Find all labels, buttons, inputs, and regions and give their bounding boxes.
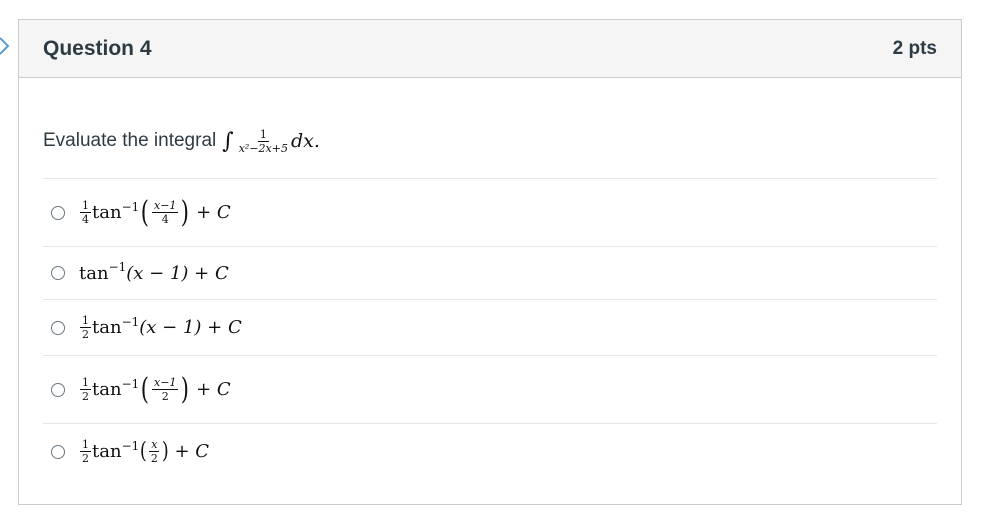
question-header: Question 4 2 pts bbox=[19, 20, 961, 78]
question-title: Question 4 bbox=[43, 36, 152, 60]
constant-term: + C bbox=[196, 379, 231, 400]
function-exponent: −1 bbox=[108, 260, 127, 274]
right-paren: ) bbox=[181, 194, 190, 230]
answer-option-3[interactable]: 1 2 tan −1 (x − 1) + C bbox=[43, 299, 937, 355]
answer-list: 1 4 tan −1 ( x−1 4 ) + C tan −1 (x − 1) … bbox=[43, 178, 937, 479]
function-name: tan bbox=[92, 317, 122, 338]
function-argument: (x − 1) + C bbox=[139, 317, 242, 338]
function-exponent: −1 bbox=[121, 438, 140, 453]
radio-unchecked-icon[interactable] bbox=[51, 266, 65, 280]
answer-option-2[interactable]: tan −1 (x − 1) + C bbox=[43, 246, 937, 299]
argument-numerator: x−1 bbox=[151, 376, 179, 390]
coefficient-numerator: 1 bbox=[80, 314, 91, 328]
integral-sign: ∫ bbox=[222, 128, 234, 154]
function-name: tan bbox=[92, 202, 122, 223]
argument-fraction: x−1 4 bbox=[151, 199, 179, 226]
answer-option-2-expression: tan −1 (x − 1) + C bbox=[79, 260, 229, 284]
coefficient-numerator: 1 bbox=[80, 376, 91, 390]
function-argument: (x − 1) + C bbox=[126, 262, 229, 284]
function-name: tan bbox=[79, 262, 109, 284]
coefficient-denominator: 2 bbox=[82, 390, 89, 403]
answer-option-1-expression: 1 4 tan −1 ( x−1 4 ) + C bbox=[79, 194, 231, 230]
integrand-numerator: 1 bbox=[257, 127, 269, 142]
answer-option-5-expression: 1 2 tan −1 ( x 2 ) + C bbox=[79, 439, 209, 464]
argument-fraction: x 2 bbox=[149, 439, 160, 464]
coefficient-denominator: 2 bbox=[82, 452, 89, 465]
function-name: tan bbox=[92, 379, 122, 400]
integrand-fraction: 1 x²−2x+5 bbox=[237, 129, 290, 154]
function-exponent: −1 bbox=[121, 314, 140, 329]
argument-denominator: 2 bbox=[150, 452, 158, 465]
answer-option-4-expression: 1 2 tan −1 ( x−1 2 ) + C bbox=[79, 371, 231, 407]
function-name: tan bbox=[92, 441, 122, 462]
left-paren: ( bbox=[141, 194, 150, 230]
coefficient-fraction: 1 2 bbox=[80, 315, 91, 340]
question-prompt: Evaluate the integral ∫ 1 x²−2x+5 dx. bbox=[43, 116, 937, 166]
radio-unchecked-icon[interactable] bbox=[51, 320, 65, 335]
coefficient-fraction: 1 4 bbox=[80, 200, 91, 225]
coefficient-fraction: 1 2 bbox=[80, 439, 91, 464]
coefficient-denominator: 4 bbox=[82, 213, 89, 226]
question-card: Question 4 2 pts Evaluate the integral ∫… bbox=[18, 19, 962, 505]
argument-denominator: 4 bbox=[161, 213, 169, 226]
constant-term: + C bbox=[174, 441, 210, 462]
coefficient-numerator: 1 bbox=[80, 199, 91, 213]
prompt-text: Evaluate the integral bbox=[43, 130, 217, 151]
right-paren: ) bbox=[181, 371, 190, 407]
integrand-denominator: x²−2x+5 bbox=[238, 141, 288, 155]
question-body: Evaluate the integral ∫ 1 x²−2x+5 dx. 1 … bbox=[19, 116, 961, 479]
coefficient-numerator: 1 bbox=[80, 438, 91, 452]
right-paren: ) bbox=[161, 438, 169, 464]
integral-differential: dx. bbox=[290, 130, 320, 152]
coefficient-denominator: 2 bbox=[82, 328, 89, 341]
radio-unchecked-icon[interactable] bbox=[51, 444, 65, 459]
left-paren: ( bbox=[140, 438, 147, 464]
left-paren: ( bbox=[141, 371, 150, 407]
argument-denominator: 2 bbox=[161, 390, 169, 403]
argument-numerator: x−1 bbox=[151, 199, 179, 213]
function-exponent: −1 bbox=[121, 376, 140, 391]
radio-unchecked-icon[interactable] bbox=[51, 205, 65, 220]
function-exponent: −1 bbox=[121, 199, 140, 214]
question-points: 2 pts bbox=[892, 37, 937, 59]
constant-term: + C bbox=[196, 202, 231, 223]
radio-unchecked-icon[interactable] bbox=[51, 382, 65, 397]
answer-option-4[interactable]: 1 2 tan −1 ( x−1 2 ) + C bbox=[43, 355, 937, 423]
argument-fraction: x−1 2 bbox=[151, 376, 179, 403]
answer-option-1[interactable]: 1 4 tan −1 ( x−1 4 ) + C bbox=[43, 178, 937, 246]
answer-option-5[interactable]: 1 2 tan −1 ( x 2 ) + C bbox=[43, 423, 937, 479]
coefficient-fraction: 1 2 bbox=[80, 377, 91, 402]
argument-numerator: x bbox=[149, 438, 160, 452]
answer-option-3-expression: 1 2 tan −1 (x − 1) + C bbox=[79, 315, 242, 340]
chevron-right-icon[interactable] bbox=[0, 36, 10, 56]
